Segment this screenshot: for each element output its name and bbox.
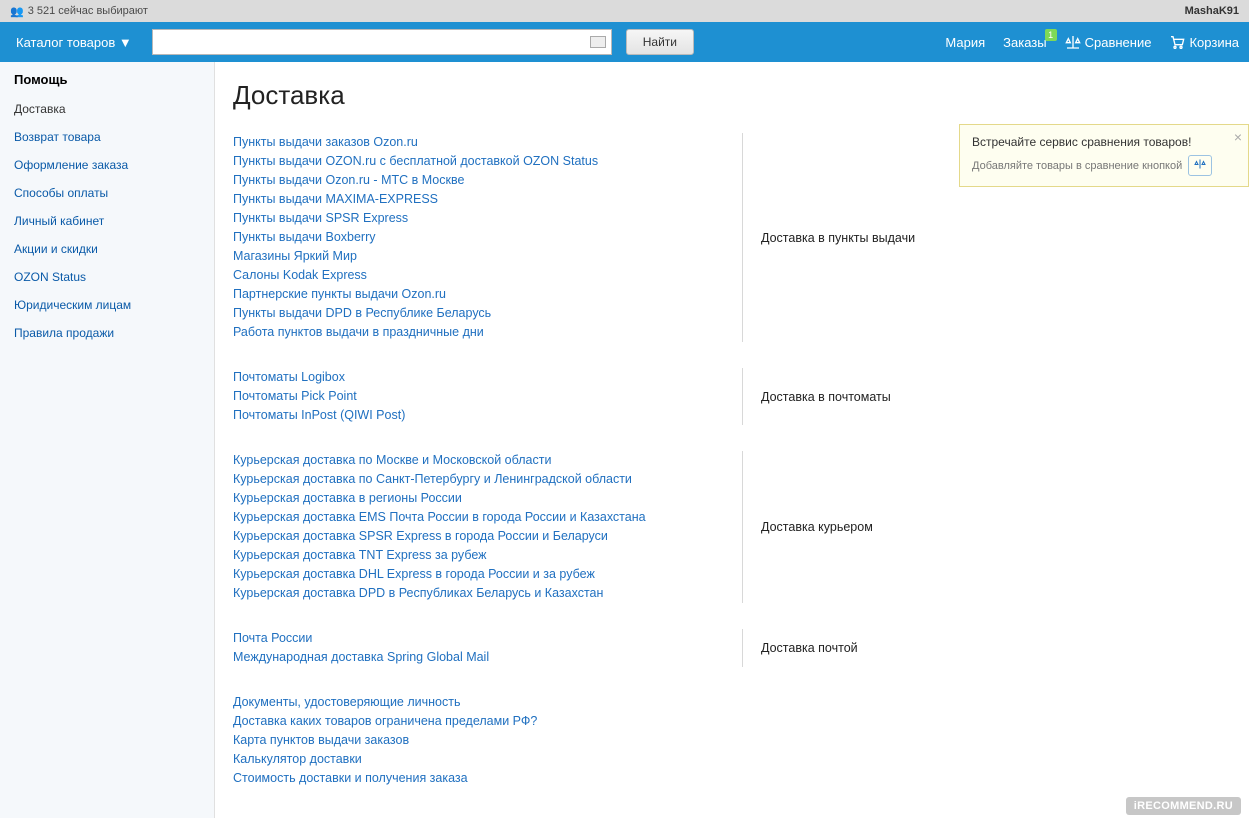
sidebar-item[interactable]: Возврат товара [0,123,214,151]
content-link[interactable]: Работа пунктов выдачи в праздничные дни [233,323,732,342]
content-link[interactable]: Стоимость доставки и получения заказа [233,769,1231,788]
content-link[interactable]: Пункты выдачи заказов Ozon.ru [233,133,732,152]
section: Почтоматы LogiboxПочтоматы Pick PointПоч… [233,368,1231,425]
body-wrap: Помощь ДоставкаВозврат товараОформление … [0,62,1249,818]
content-link[interactable]: Международная доставка Spring Global Mai… [233,648,732,667]
sidebar-item[interactable]: Личный кабинет [0,207,214,235]
content-link[interactable]: Магазины Яркий Мир [233,247,732,266]
content-link[interactable]: Курьерская доставка EMS Почта России в г… [233,508,732,527]
content-link[interactable]: Курьерская доставка DHL Express в города… [233,565,732,584]
content-link[interactable]: Партнерские пункты выдачи Ozon.ru [233,285,732,304]
sidebar-item[interactable]: Способы оплаты [0,179,214,207]
sidebar-item[interactable]: Акции и скидки [0,235,214,263]
content-link[interactable]: Почтоматы InPost (QIWI Post) [233,406,732,425]
content-link[interactable]: Калькулятор доставки [233,750,1231,769]
content-link[interactable]: Доставка каких товаров ограничена предел… [233,712,1231,731]
close-icon[interactable]: × [1234,129,1242,145]
extra-links: Документы, удостоверяющие личностьДостав… [233,693,1231,788]
content-link[interactable]: Пункты выдачи OZON.ru с бесплатной доста… [233,152,732,171]
nav-orders-link[interactable]: Заказы 1 [1003,35,1046,50]
section-links: Курьерская доставка по Москве и Московск… [233,451,743,603]
main-navbar: Каталог товаров ▼ Найти Мария Заказы 1 С… [0,22,1249,62]
sidebar: Помощь ДоставкаВозврат товараОформление … [0,62,215,818]
content-link[interactable]: Почта России [233,629,732,648]
scale-badge-icon[interactable] [1188,155,1212,176]
search-input[interactable] [152,29,612,55]
section: Курьерская доставка по Москве и Московск… [233,451,1231,603]
viewers-text: 3 521 сейчас выбирают [28,5,148,17]
section-label: Доставка почтой [743,641,858,655]
content-link[interactable]: Пункты выдачи DPD в Республике Беларусь [233,304,732,323]
nav-compare-label: Сравнение [1085,35,1152,50]
nav-compare-link[interactable]: Сравнение [1065,34,1152,50]
content-link[interactable]: Пункты выдачи Boxberry [233,228,732,247]
nav-user-link[interactable]: Мария [945,35,985,50]
sidebar-item[interactable]: Оформление заказа [0,151,214,179]
content-link[interactable]: Пункты выдачи SPSR Express [233,209,732,228]
viewers-count: 👥 3 521 сейчас выбирают [10,5,148,18]
main-content: Доставка Пункты выдачи заказов Ozon.ruПу… [215,62,1249,818]
section-label: Доставка в почтоматы [743,390,891,404]
callout-sub-text: Добавляйте товары в сравнение кнопкой [972,160,1182,172]
content-link[interactable]: Курьерская доставка SPSR Express в город… [233,527,732,546]
content-link[interactable]: Карта пунктов выдачи заказов [233,731,1231,750]
content-link[interactable]: Салоны Kodak Express [233,266,732,285]
top-strip: 👥 3 521 сейчас выбирают MashaK91 [0,0,1249,22]
search-button[interactable]: Найти [626,29,694,55]
cart-icon [1169,34,1185,50]
nav-cart-link[interactable]: Корзина [1169,34,1239,50]
content-link[interactable]: Курьерская доставка DPD в Республиках Бе… [233,584,732,603]
search-wrap [152,29,612,55]
nav-cart-label: Корзина [1189,35,1239,50]
content-link[interactable]: Пункты выдачи Ozon.ru - МТС в Москве [233,171,732,190]
content-link[interactable]: Почтоматы Pick Point [233,387,732,406]
section-label: Доставка в пункты выдачи [743,231,915,245]
sidebar-title: Помощь [0,62,214,95]
section-links: Почта РоссииМеждународная доставка Sprin… [233,629,743,667]
section-links: Пункты выдачи заказов Ozon.ruПункты выда… [233,133,743,342]
content-link[interactable]: Курьерская доставка по Москве и Московск… [233,451,732,470]
section-links: Почтоматы LogiboxПочтоматы Pick PointПоч… [233,368,743,425]
sidebar-item[interactable]: Правила продажи [0,319,214,347]
sidebar-items: ДоставкаВозврат товараОформление заказаС… [0,95,214,347]
people-icon: 👥 [10,5,24,18]
content-link[interactable]: Курьерская доставка TNT Express за рубеж [233,546,732,565]
section-label: Доставка курьером [743,520,873,534]
content-link[interactable]: Почтоматы Logibox [233,368,732,387]
callout-sub: Добавляйте товары в сравнение кнопкой [972,155,1220,176]
content-link[interactable]: Курьерская доставка в регионы России [233,489,732,508]
compare-callout: × Встречайте сервис сравнения товаров! Д… [959,124,1249,187]
sidebar-item[interactable]: OZON Status [0,263,214,291]
nav-right: Мария Заказы 1 Сравнение Корзина [945,34,1239,50]
section: Почта РоссииМеждународная доставка Sprin… [233,629,1231,667]
content-link[interactable]: Пункты выдачи MAXIMA-EXPRESS [233,190,732,209]
callout-title: Встречайте сервис сравнения товаров! [972,135,1220,149]
watermark: iRECOMMEND.RU [1126,797,1241,815]
keyboard-icon[interactable] [590,36,606,48]
sidebar-item[interactable]: Юридическим лицам [0,291,214,319]
content-link[interactable]: Курьерская доставка по Санкт-Петербургу … [233,470,732,489]
content-link[interactable]: Документы, удостоверяющие личность [233,693,1231,712]
nav-orders-label: Заказы [1003,35,1046,50]
orders-badge: 1 [1045,29,1057,41]
current-user[interactable]: MashaK91 [1185,5,1239,17]
catalog-dropdown[interactable]: Каталог товаров ▼ [10,31,138,54]
scale-icon [1065,34,1081,50]
page-title: Доставка [233,80,1231,111]
sidebar-item[interactable]: Доставка [0,95,214,123]
